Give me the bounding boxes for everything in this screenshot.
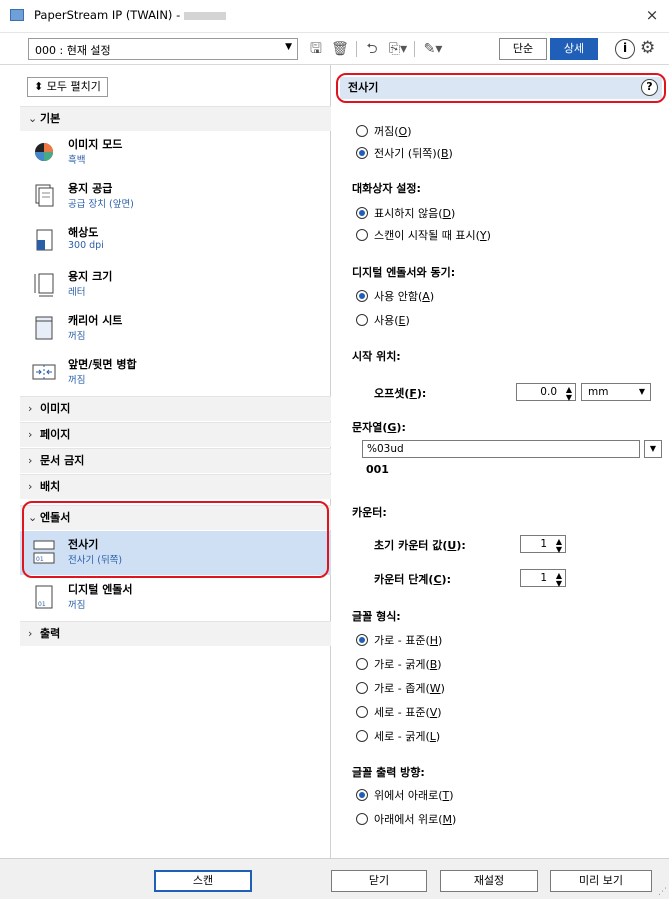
radio-dialog-show[interactable]: 스캔이 시작될 때 표시(Y) bbox=[356, 228, 491, 244]
merge-icon bbox=[32, 364, 56, 380]
group-batch[interactable]: › 배치 bbox=[20, 474, 331, 499]
paper-size-icon bbox=[34, 273, 54, 297]
counter-title: 카운터: bbox=[352, 506, 387, 519]
paper-supply-icon bbox=[35, 184, 54, 207]
radio-font-v-bold[interactable]: 세로 - 굵게(L) bbox=[356, 729, 440, 745]
tree-item-merge[interactable]: 앞면/뒷면 병합 꺼짐 bbox=[20, 351, 331, 395]
resolution-icon bbox=[36, 229, 53, 251]
tree-item-digital-endorser[interactable]: 01 디지털 엔돌서 꺼짐 bbox=[20, 576, 331, 620]
dialog-settings-title: 대화상자 설정: bbox=[352, 182, 421, 195]
sync-title: 디지털 엔돌서와 동기: bbox=[352, 266, 456, 279]
counter-step-label: 카운터 단계(C): bbox=[374, 573, 451, 586]
group-image[interactable]: › 이미지 bbox=[20, 396, 331, 421]
tree-item-image-mode[interactable]: 이미지 모드 흑백 bbox=[20, 131, 331, 175]
string-title: 문자열(G): bbox=[352, 421, 406, 434]
offset-label: 오프셋(F): bbox=[374, 387, 427, 400]
bottom-bar: 스캔 닫기 재설정 미리 보기 ⋰ bbox=[0, 858, 669, 899]
radio-dir-up[interactable]: 아래에서 위로(M) bbox=[356, 812, 456, 828]
edit-icon[interactable]: ✎▾ bbox=[420, 39, 446, 59]
undo-icon[interactable]: ⮌ bbox=[363, 39, 381, 59]
close-button[interactable]: 닫기 bbox=[331, 870, 427, 892]
copy-icon[interactable]: ⎘▾ bbox=[386, 39, 410, 59]
simple-mode-button[interactable]: 단순 bbox=[499, 38, 547, 60]
offset-unit-select[interactable]: mm ▼ bbox=[581, 383, 651, 401]
counter-initial-label: 초기 카운터 값(U): bbox=[374, 539, 466, 552]
expand-all-button[interactable]: ⬍ 모두 펼치기 bbox=[27, 77, 108, 97]
string-dropdown-button[interactable]: ▼ bbox=[644, 440, 662, 458]
radio-dialog-hide[interactable]: 표시하지 않음(D) bbox=[356, 206, 455, 222]
reset-button[interactable]: 재설정 bbox=[440, 870, 538, 892]
font-format-title: 글꼴 형식: bbox=[352, 610, 401, 623]
profile-select[interactable]: 000 : 현재 설정 ▼ bbox=[28, 38, 298, 60]
radio-imprinter-off[interactable]: 꺼짐(O) bbox=[356, 124, 412, 140]
digital-endorser-icon: 01 bbox=[35, 585, 53, 609]
info-icon[interactable]: i bbox=[615, 39, 635, 59]
string-preview: 001 bbox=[366, 463, 389, 476]
group-page[interactable]: › 페이지 bbox=[20, 422, 331, 447]
group-doc-protect[interactable]: › 문서 금지 bbox=[20, 448, 331, 473]
radio-imprinter-rear[interactable]: 전사기 (뒤쪽)(B) bbox=[356, 146, 453, 162]
endorser-highlight-box bbox=[22, 501, 329, 578]
preview-button[interactable]: 미리 보기 bbox=[550, 870, 652, 892]
header-highlight-box bbox=[336, 73, 666, 103]
string-input[interactable]: %03ud bbox=[362, 440, 640, 458]
scan-button[interactable]: 스캔 bbox=[154, 870, 252, 892]
toolbar: 000 : 현재 설정 ▼ 🖫 🗑 ⮌ ⎘▾ ✎▾ 단순 상세 i ⚙ bbox=[0, 33, 669, 65]
font-direction-title: 글꼴 출력 방향: bbox=[352, 766, 425, 779]
offset-spinner[interactable]: 0.0 ▲ ▼ bbox=[516, 383, 576, 402]
gear-icon[interactable]: ⚙ bbox=[640, 38, 655, 58]
svg-text:01: 01 bbox=[38, 601, 46, 608]
app-icon bbox=[10, 9, 24, 21]
resize-grip-icon[interactable]: ⋰ bbox=[658, 887, 667, 897]
radio-font-h-std[interactable]: 가로 - 표준(H) bbox=[356, 633, 442, 649]
image-mode-icon bbox=[35, 143, 53, 161]
group-output[interactable]: › 출력 bbox=[20, 621, 331, 646]
window-title: PaperStream IP (TWAIN) - bbox=[34, 8, 227, 22]
detail-mode-button[interactable]: 상세 bbox=[550, 38, 598, 60]
tree-item-resolution[interactable]: 해상도 300 dpi bbox=[20, 219, 331, 263]
counter-initial-spinner[interactable]: 1 ▲ ▼ bbox=[520, 535, 566, 554]
radio-dir-down[interactable]: 위에서 아래로(T) bbox=[356, 788, 454, 804]
tree-item-paper-supply[interactable]: 용지 공급 공급 장치 (앞면) bbox=[20, 175, 331, 219]
settings-tree: ⬍ 모두 펼치기 ⌄ 기본 이미지 모드 흑백 용지 공급 공급 장치 (앞면) … bbox=[0, 65, 331, 858]
radio-font-h-narrow[interactable]: 가로 - 좁게(W) bbox=[356, 681, 445, 697]
close-window-button[interactable]: × bbox=[641, 4, 663, 26]
settings-panel: 전사기? 꺼짐(O) 전사기 (뒤쪽)(B) 대화상자 설정: 표시하지 않음(… bbox=[332, 65, 669, 858]
carrier-sheet-icon bbox=[35, 316, 53, 340]
radio-sync-on[interactable]: 사용(E) bbox=[356, 313, 410, 329]
title-bar: PaperStream IP (TWAIN) - × bbox=[0, 0, 669, 33]
tree-item-carrier-sheet[interactable]: 캐리어 시트 꺼짐 bbox=[20, 307, 331, 351]
start-position-title: 시작 위치: bbox=[352, 350, 401, 363]
counter-step-spinner[interactable]: 1 ▲ ▼ bbox=[520, 569, 566, 588]
tree-item-paper-size[interactable]: 용지 크기 레터 bbox=[20, 263, 331, 307]
group-basic[interactable]: ⌄ 기본 bbox=[20, 106, 331, 131]
radio-sync-off[interactable]: 사용 안함(A) bbox=[356, 289, 434, 305]
save-icon[interactable]: 🖫 bbox=[307, 39, 325, 59]
radio-font-v-std[interactable]: 세로 - 표준(V) bbox=[356, 705, 442, 721]
radio-font-h-bold[interactable]: 가로 - 굵게(B) bbox=[356, 657, 442, 673]
delete-icon[interactable]: 🗑 bbox=[331, 39, 349, 59]
